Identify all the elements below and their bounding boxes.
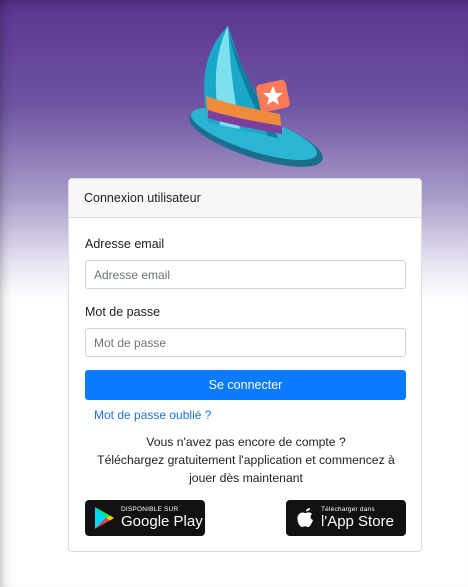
google-play-button[interactable]: DISPONIBLE SUR Google Play bbox=[85, 500, 205, 536]
login-card: Connexion utilisateur Adresse email Mot … bbox=[68, 178, 422, 552]
forgot-password-link[interactable]: Mot de passe oublié ? bbox=[94, 408, 211, 422]
apple-icon bbox=[297, 508, 313, 527]
email-field[interactable] bbox=[85, 260, 406, 289]
login-button[interactable]: Se connecter bbox=[85, 370, 406, 400]
no-account-line1: Vous n'avez pas encore de compte ? bbox=[146, 435, 346, 449]
wizard-hat-icon bbox=[189, 26, 323, 167]
card-title: Connexion utilisateur bbox=[69, 179, 421, 218]
google-play-big-text: Google Play bbox=[121, 513, 203, 530]
password-field[interactable] bbox=[85, 328, 406, 357]
app-store-big-text: l'App Store bbox=[321, 513, 394, 530]
app-store-button[interactable]: Télécharger dans l'App Store bbox=[286, 500, 406, 536]
no-account-line3: jouer dès maintenant bbox=[189, 471, 303, 485]
password-label: Mot de passe bbox=[85, 305, 161, 319]
email-label: Adresse email bbox=[85, 237, 165, 251]
no-account-line2: Téléchargez gratuitement l'application e… bbox=[97, 453, 395, 467]
google-play-icon bbox=[95, 507, 114, 529]
app-window: Connexion utilisateur Adresse email Mot … bbox=[0, 0, 468, 587]
no-account-text: Vous n'avez pas encore de compte ? Téléc… bbox=[69, 433, 423, 487]
